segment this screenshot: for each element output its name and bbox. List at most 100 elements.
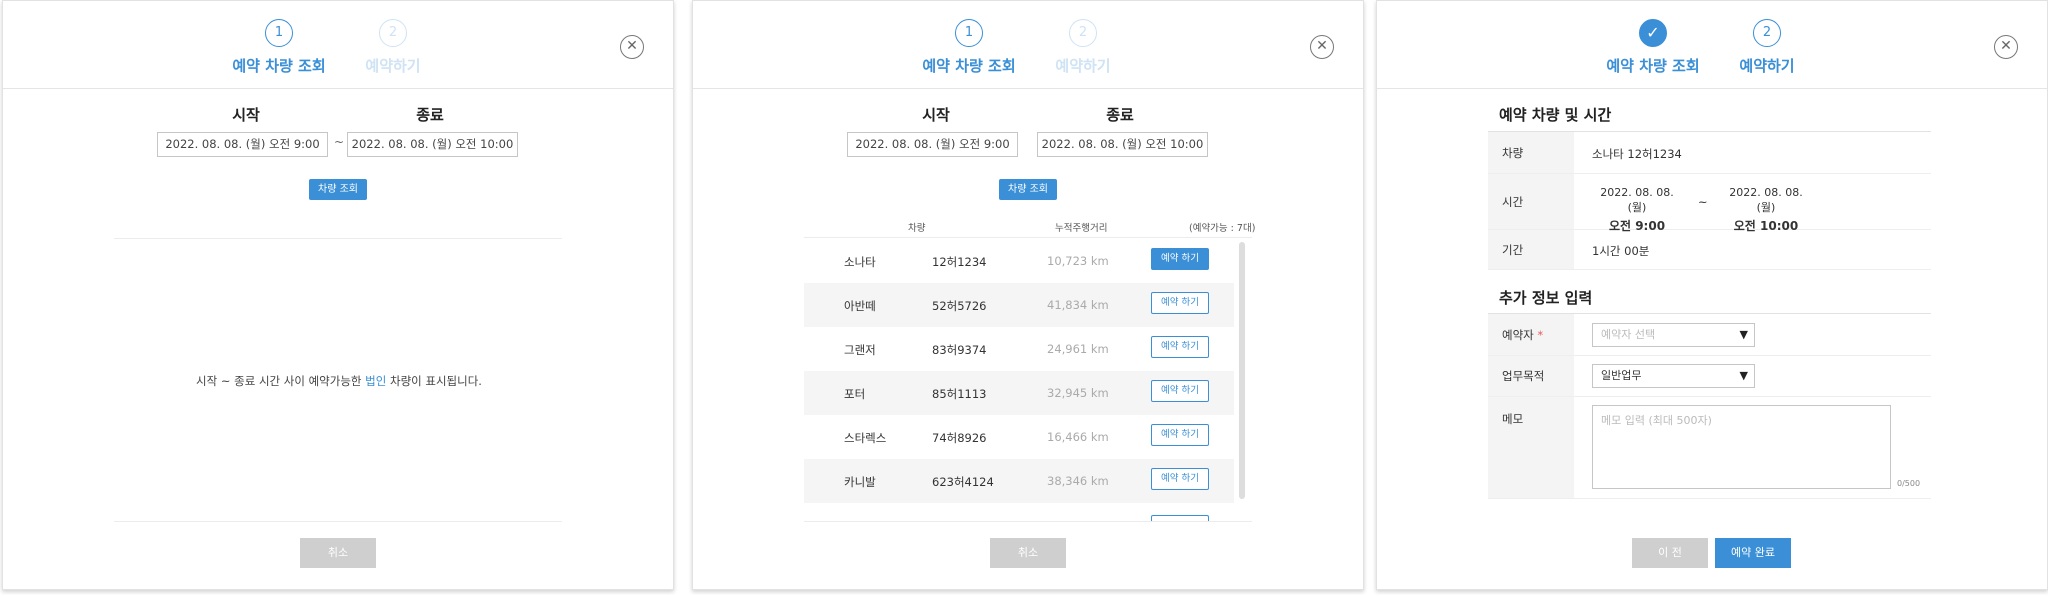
vehicle-plate: 74허8926	[932, 431, 987, 445]
vehicle-row: 소나타 12허1234 10,723 km 예약 하기	[804, 239, 1234, 283]
complete-reservation-button[interactable]: 예약 완료	[1715, 538, 1791, 568]
memo-row: 메모 메모 입력 (최대 500자) 0/500	[1488, 397, 1931, 499]
period-key: 기간	[1488, 230, 1574, 269]
empty-message-text-end: 차량이 표시됩니다.	[386, 374, 482, 388]
reservation-section-title: 예약 차량 및 시간	[1499, 106, 1612, 124]
step-2-number: 2	[379, 19, 407, 47]
vehicle-plate: 83허9374	[932, 343, 987, 357]
reserve-button[interactable]: 예약 하기	[1151, 424, 1209, 446]
period-value: 1시간 00분	[1592, 244, 1650, 258]
step-1-number: 1	[955, 19, 983, 47]
step-2: 2 예약하기	[323, 19, 463, 76]
empty-message-text: 시작 ~ 종료 시간 사이 예약가능한	[196, 374, 366, 388]
column-vehicle: 차량	[908, 223, 926, 234]
column-mileage: 누적주행거리	[1055, 223, 1108, 234]
reserve-button[interactable]: 예약 하기	[1151, 468, 1209, 490]
step-2-number: 2	[1069, 19, 1097, 47]
vehicle-row: 아반떼 52허5726 41,834 km 예약 하기	[804, 283, 1234, 327]
vehicle-value: 소나타 12허1234	[1592, 147, 1682, 161]
period-info-row: 기간 1시간 00분	[1488, 230, 1931, 270]
vehicle-row: 그랜저 83허9374 24,961 km 예약 하기	[804, 327, 1234, 371]
vehicle-plate: 85허1113	[932, 387, 987, 401]
vehicle-row: 스타렉스 74허8926 16,466 km 예약 하기	[804, 415, 1234, 459]
reserver-row: 예약자 * 예약자 선택 ▼	[1488, 314, 1931, 356]
close-icon[interactable]: ✕	[1994, 35, 2018, 59]
extra-section-title: 추가 정보 입력	[1499, 289, 1593, 307]
end-label: 종료	[416, 106, 444, 124]
purpose-value: 일반업무	[1601, 369, 1642, 382]
reserve-button[interactable]: 예약 하기	[1151, 380, 1209, 402]
check-icon: ✓	[1639, 19, 1667, 47]
vehicle-mileage: 16,466 km	[1047, 430, 1109, 444]
vehicle-row: 카니발 623허4124 38,346 km 예약 하기	[804, 459, 1234, 503]
chevron-down-icon: ▼	[1739, 369, 1748, 382]
step-indicator: 1 예약 차량 조회 2 예약하기 ✕	[693, 1, 1363, 89]
cancel-button[interactable]: 취소	[300, 538, 376, 568]
reserve-button[interactable]: 예약 하기	[1151, 292, 1209, 314]
start-label: 시작	[232, 106, 260, 124]
reserver-select[interactable]: 예약자 선택 ▼	[1592, 323, 1755, 347]
purpose-select[interactable]: 일반업무 ▼	[1592, 364, 1755, 388]
vehicle-plate: 623허4124	[932, 475, 994, 489]
divider	[114, 521, 562, 522]
end-time-block: 2022. 08. 08. (월) 오전 10:00	[1721, 186, 1811, 234]
search-vehicle-button[interactable]: 차량 조회	[309, 179, 367, 200]
vehicle-plate: 12허1234	[932, 255, 987, 269]
required-mark: *	[1537, 328, 1544, 342]
chevron-down-icon: ▼	[1739, 328, 1748, 341]
reserve-button[interactable]: 예약 하기	[1151, 336, 1209, 358]
vehicle-name: 포터	[844, 387, 866, 401]
empty-message: 시작 ~ 종료 시간 사이 예약가능한 법인 차량이 표시됩니다.	[3, 373, 673, 389]
search-vehicle-button[interactable]: 차량 조회	[999, 179, 1057, 200]
end-datetime-input[interactable]: 2022. 08. 08. (월) 오전 10:00	[1037, 132, 1208, 157]
start-time-block: 2022. 08. 08. (월) 오전 9:00	[1592, 186, 1682, 234]
vehicle-mileage: 32,945 km	[1047, 386, 1109, 400]
memo-textarea[interactable]: 메모 입력 (최대 500자)	[1592, 405, 1891, 489]
time-key: 시간	[1488, 174, 1574, 229]
reserver-placeholder: 예약자 선택	[1601, 328, 1656, 341]
reserver-key-label: 예약자	[1502, 328, 1534, 342]
range-tilde: ~	[334, 135, 345, 149]
vehicle-key: 차량	[1488, 132, 1574, 173]
step-indicator: ✓ 예약 차량 조회 2 예약하기 ✕	[1377, 1, 2047, 89]
available-count: (예약가능 : 7대)	[1189, 223, 1256, 234]
vehicle-name: 스타렉스	[844, 431, 887, 445]
purpose-key: 업무목적	[1488, 356, 1574, 396]
start-datetime-input[interactable]: 2022. 08. 08. (월) 오전 9:00	[847, 132, 1018, 157]
start-datetime-input[interactable]: 2022. 08. 08. (월) 오전 9:00	[157, 132, 328, 157]
list-scrollbar[interactable]	[1239, 242, 1245, 499]
vehicle-name: 그랜저	[844, 343, 876, 357]
vehicle-name: 소나타	[844, 255, 876, 269]
step-1-number: 1	[265, 19, 293, 47]
vehicle-mileage: 10,723 km	[1047, 254, 1109, 268]
time-tilde: ~	[1698, 195, 1708, 209]
end-label: 종료	[1106, 106, 1134, 124]
step-2-label: 예약하기	[1739, 57, 1795, 75]
close-icon[interactable]: ✕	[620, 35, 644, 59]
divider	[804, 237, 1252, 238]
purpose-row: 업무목적 일반업무 ▼	[1488, 356, 1931, 397]
divider	[114, 238, 562, 239]
reservation-panel: ✓ 예약 차량 조회 2 예약하기 ✕ 예약 차량 및 시간 차량 소나타 12…	[1376, 0, 2048, 590]
cancel-button[interactable]: 취소	[990, 538, 1066, 568]
vehicle-search-panel-empty: 1 예약 차량 조회 2 예약하기 ✕ 시작 종료 2022. 08. 08. …	[2, 0, 674, 590]
step-2-number: 2	[1753, 19, 1781, 47]
reserve-button[interactable]: 예약 하기	[1151, 248, 1209, 270]
vehicle-name: 카니발	[844, 475, 876, 489]
step-2: 2 예약하기	[1697, 19, 1837, 76]
vehicle-search-panel-results: 1 예약 차량 조회 2 예약하기 ✕ 시작 종료 2022. 08. 08. …	[692, 0, 1364, 590]
start-label: 시작	[922, 106, 950, 124]
end-datetime-input[interactable]: 2022. 08. 08. (월) 오전 10:00	[347, 132, 518, 157]
vehicle-mileage: 41,834 km	[1047, 298, 1109, 312]
memo-char-count: 0/500	[1897, 479, 1921, 488]
empty-message-highlight: 법인	[365, 374, 387, 388]
vehicle-plate: 52허5726	[932, 299, 987, 313]
close-icon[interactable]: ✕	[1310, 35, 1334, 59]
prev-button[interactable]: 이 전	[1632, 538, 1708, 568]
start-date: 2022. 08. 08. (월)	[1600, 186, 1674, 214]
memo-key: 메모	[1488, 397, 1574, 498]
step-indicator: 1 예약 차량 조회 2 예약하기 ✕	[3, 1, 673, 89]
end-date: 2022. 08. 08. (월)	[1729, 186, 1803, 214]
reserver-key: 예약자 *	[1488, 314, 1574, 355]
vehicle-mileage: 38,346 km	[1047, 474, 1109, 488]
